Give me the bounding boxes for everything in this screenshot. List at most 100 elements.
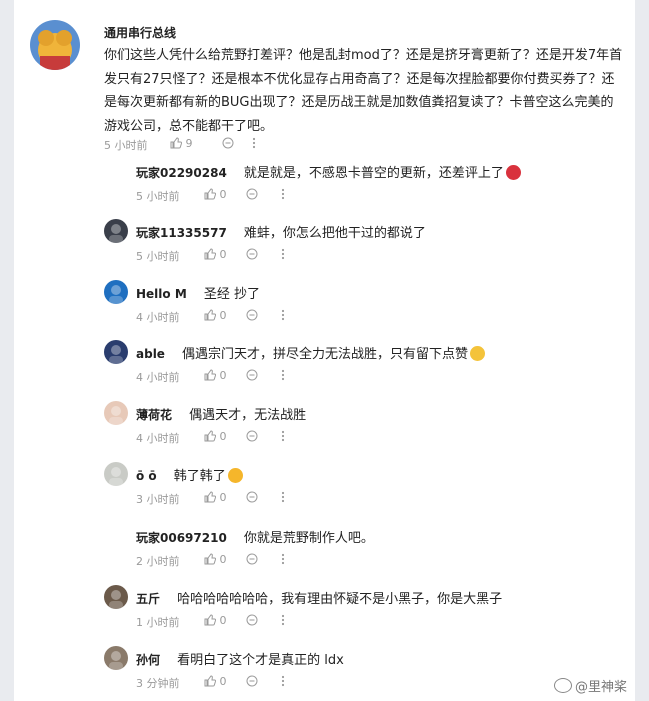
smirk-face-emoji-icon: [470, 346, 486, 361]
reply-time: 2 小时前: [136, 555, 180, 568]
reply-row: 玩家00697210 你就是荒野制作人吧。: [136, 527, 374, 546]
reply-username[interactable]: Hello M: [136, 287, 187, 301]
reply-avatar[interactable]: [104, 585, 128, 609]
reply-reply-button[interactable]: [246, 309, 258, 322]
more-vertical-icon: [281, 553, 285, 565]
reply-like-button[interactable]: 0: [204, 309, 227, 322]
reply-username[interactable]: ō ō: [136, 469, 157, 483]
reply-like-button[interactable]: 0: [204, 553, 227, 566]
main-reply-button[interactable]: [222, 137, 234, 150]
reply-meta: 1 小时前 0: [136, 614, 336, 629]
reply-more-button[interactable]: [281, 188, 285, 201]
reply-more-button[interactable]: [281, 491, 285, 504]
comment-card: 通用串行总线 你们这些人凭什么给荒野打差评？他是乱封mod了？还是是挤牙膏更新了…: [14, 0, 635, 701]
reply-time: 4 小时前: [136, 432, 180, 445]
main-like-button[interactable]: 9: [170, 137, 193, 150]
reply-avatar[interactable]: [104, 280, 128, 304]
reply-meta: 2 小时前 0: [136, 553, 336, 568]
reply-more-button[interactable]: [281, 614, 285, 627]
reply-row: 薄荷花 偶遇天才，无法战胜: [136, 404, 306, 423]
thumbs-up-icon: [204, 188, 216, 200]
thumbs-up-icon: [204, 491, 216, 503]
reply-username[interactable]: 孙何: [136, 653, 160, 667]
chat-bubble-icon: [246, 675, 258, 687]
more-vertical-icon: [281, 248, 285, 260]
reply-row: 玩家11335577 难蚌，你怎么把他干过的都说了: [136, 222, 426, 241]
reply-row: ō ō 韩了韩了: [136, 465, 243, 484]
reply-like-button[interactable]: 0: [204, 614, 227, 627]
chat-bubble-icon: [246, 188, 258, 200]
reply-like-count: 0: [219, 675, 227, 688]
reply-username[interactable]: 玩家11335577: [136, 226, 227, 240]
thumbs-up-icon: [170, 137, 182, 149]
reply-like-count: 0: [219, 491, 227, 504]
chat-bubble-icon: [246, 248, 258, 260]
reply-username[interactable]: 薄荷花: [136, 408, 172, 422]
reply-username[interactable]: 玩家02290284: [136, 166, 227, 180]
reply-reply-button[interactable]: [246, 553, 258, 566]
reply-meta: 5 小时前 0: [136, 188, 336, 203]
reply-like-count: 0: [219, 614, 227, 627]
reply-like-button[interactable]: 0: [204, 675, 227, 688]
reply-more-button[interactable]: [281, 309, 285, 322]
avatar-image: [109, 406, 123, 425]
reply-like-button[interactable]: 0: [204, 248, 227, 261]
reply-text: 偶遇天才，无法战胜: [189, 408, 307, 423]
reply-more-button[interactable]: [281, 675, 285, 688]
weibo-logo-icon: [553, 678, 572, 693]
reply-like-button[interactable]: 0: [204, 430, 227, 443]
reply-avatar[interactable]: [104, 646, 128, 670]
reply-reply-button[interactable]: [246, 614, 258, 627]
reply-reply-button[interactable]: [246, 430, 258, 443]
reply-like-button[interactable]: 0: [204, 491, 227, 504]
chat-bubble-icon: [246, 614, 258, 626]
reply-avatar[interactable]: [104, 219, 128, 243]
reply-more-button[interactable]: [281, 248, 285, 261]
reply-more-button[interactable]: [281, 430, 285, 443]
reply-row: 玩家02290284 就是就是，不感恩卡普空的更新，还差评上了: [136, 162, 521, 181]
reply-time: 3 分钟前: [136, 677, 180, 690]
reply-reply-button[interactable]: [246, 369, 258, 382]
main-avatar-image: [30, 20, 80, 70]
reply-like-count: 0: [219, 430, 227, 443]
main-comment-text: 你们这些人凭什么给荒野打差评？他是乱封mod了？还是是挤牙膏更新了？还是开发7年…: [104, 48, 623, 134]
reply-avatar[interactable]: [104, 401, 128, 425]
thumbs-up-icon: [204, 614, 216, 626]
reply-like-button[interactable]: 0: [204, 369, 227, 382]
more-vertical-icon: [252, 137, 256, 149]
thumbs-up-icon: [204, 430, 216, 442]
reply-avatar[interactable]: [104, 462, 128, 486]
reply-avatar[interactable]: [104, 340, 128, 364]
main-username[interactable]: 通用串行总线: [104, 24, 176, 41]
tongue-face-emoji-icon: [227, 468, 243, 483]
reply-meta: 4 小时前 0: [136, 309, 336, 324]
main-more-button[interactable]: [252, 137, 256, 150]
reply-username[interactable]: able: [136, 347, 165, 361]
watermark-text: @里神桨: [574, 680, 627, 695]
main-avatar[interactable]: [30, 20, 80, 70]
avatar-image: [109, 467, 123, 486]
chat-bubble-icon: [246, 309, 258, 321]
reply-meta: 3 分钟前 0: [136, 675, 336, 690]
chat-bubble-icon: [222, 137, 234, 149]
reply-like-button[interactable]: 0: [204, 188, 227, 201]
reply-text: 就是就是，不感恩卡普空的更新，还差评上了: [243, 166, 504, 181]
thumbs-up-icon: [204, 309, 216, 321]
reply-text: 偶遇宗门天才，拼尽全力无法战胜，只有留下点赞: [182, 347, 469, 362]
reply-username[interactable]: 五斤: [136, 592, 160, 606]
more-vertical-icon: [281, 614, 285, 626]
reply-reply-button[interactable]: [246, 248, 258, 261]
reply-text: 看明白了这个才是真正的 ldx: [177, 653, 344, 668]
reply-username[interactable]: 玩家00697210: [136, 531, 227, 545]
watermark: @里神桨: [553, 676, 627, 695]
reply-reply-button[interactable]: [246, 188, 258, 201]
reply-reply-button[interactable]: [246, 491, 258, 504]
reply-reply-button[interactable]: [246, 675, 258, 688]
chat-bubble-icon: [246, 491, 258, 503]
reply-more-button[interactable]: [281, 553, 285, 566]
reply-text: 哈哈哈哈哈哈哈，我有理由怀疑不是小黑子，你是大黑子: [177, 592, 503, 607]
more-vertical-icon: [281, 309, 285, 321]
reply-more-button[interactable]: [281, 369, 285, 382]
reply-row: 五斤 哈哈哈哈哈哈哈，我有理由怀疑不是小黑子，你是大黑子: [136, 588, 502, 607]
reply-like-count: 0: [219, 553, 227, 566]
